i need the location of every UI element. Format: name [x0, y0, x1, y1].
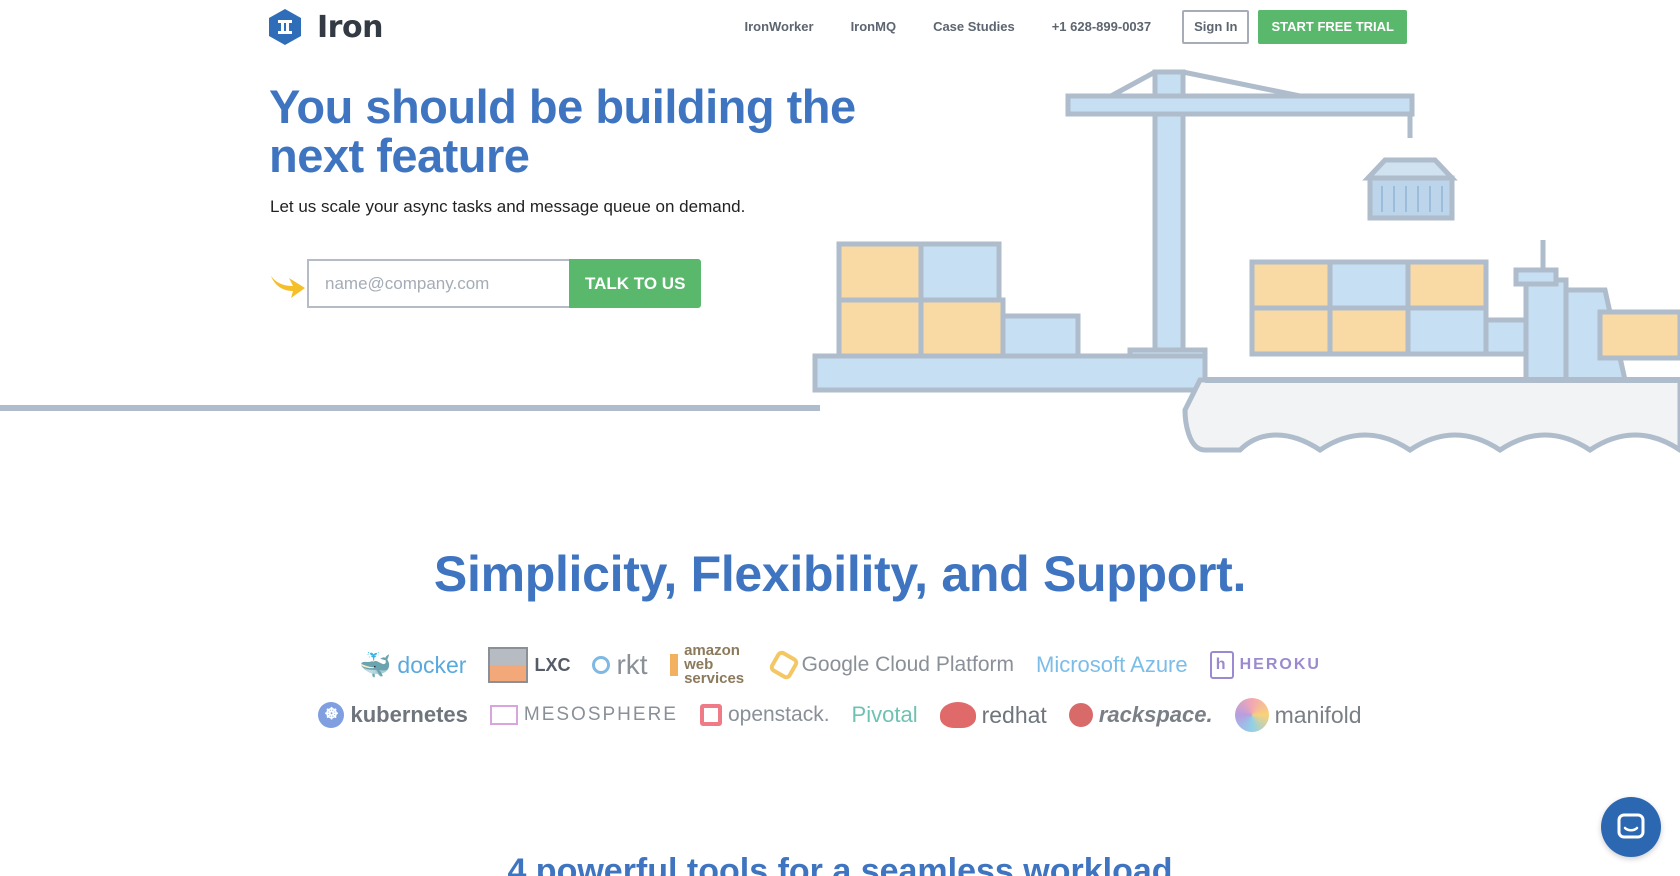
lxc-cube-icon: [488, 647, 529, 683]
brand-name: Iron: [317, 9, 383, 45]
brand-logo[interactable]: Iron: [267, 8, 383, 46]
mesosphere-logo: MESOSPHERE: [489, 704, 678, 726]
hero-title: You should be building the next feature: [269, 80, 856, 182]
docker-logo: 🐳 docker: [359, 650, 466, 681]
kubernetes-wheel-icon: ☸: [318, 702, 345, 728]
nav-ironworker[interactable]: IronWorker: [744, 11, 813, 43]
logo-label: manifold: [1274, 701, 1362, 728]
openstack-logo: openstack.: [699, 703, 830, 727]
logo-label: docker: [397, 651, 467, 678]
heroku-icon: h: [1209, 651, 1234, 679]
redhat-logo: redhat: [939, 701, 1047, 729]
talk-to-us-button[interactable]: TALK TO US: [569, 259, 702, 308]
site-header: Iron IronWorker IronMQ Case Studies +1 6…: [0, 0, 1680, 52]
email-input[interactable]: [307, 259, 569, 308]
rackspace-logo: rackspace.: [1068, 702, 1213, 728]
aws-cubes-icon: [669, 654, 679, 676]
rackspace-icon: [1068, 703, 1093, 727]
kubernetes-logo: ☸ kubernetes: [318, 702, 468, 728]
rkt-logo: rkt: [592, 649, 648, 681]
docker-whale-icon: 🐳: [359, 649, 392, 680]
logo-label: redhat: [981, 701, 1047, 728]
azure-logo: Microsoft Azure: [1036, 652, 1188, 678]
yellow-arrow-icon: [271, 275, 305, 298]
logo-label: kubernetes: [350, 702, 468, 727]
tools-title: 4 powerful tools for a seamless workload: [507, 852, 1173, 876]
logo-label: HEROKU: [1239, 656, 1321, 673]
aws-logo: amazon web services: [669, 642, 750, 687]
hero-subtitle: Let us scale your async tasks and messag…: [270, 197, 746, 216]
partner-logos-row-2: ☸ kubernetes MESOSPHERE openstack. Pivot…: [0, 698, 1680, 732]
redhat-hat-icon: [939, 702, 976, 728]
signup-form: TALK TO US: [269, 259, 702, 308]
google-cloud-logo: Google Cloud Platform: [767, 648, 1015, 682]
nav-phone[interactable]: +1 628-899-0037: [1052, 11, 1151, 43]
logo-label: MESOSPHERE: [523, 704, 678, 725]
main-nav: IronWorker IronMQ Case Studies +1 628-89…: [744, 10, 1407, 44]
lxc-logo: LXC: [488, 647, 570, 683]
partners-title: Simplicity, Flexibility, and Support.: [433, 546, 1247, 602]
logo-label: Microsoft Azure: [1036, 652, 1188, 677]
mesosphere-icon: [489, 705, 518, 725]
nav-ironmq[interactable]: IronMQ: [851, 11, 897, 43]
logo-label: amazon web services: [684, 642, 745, 687]
iron-logo-icon: [269, 9, 301, 45]
manifold-logo: manifold: [1234, 698, 1362, 732]
logo-label: openstack.: [727, 703, 830, 726]
logo-label: Google Cloud Platform: [801, 653, 1015, 676]
logo-label: Pivotal: [851, 702, 918, 727]
heroku-logo: h HEROKU: [1209, 651, 1321, 679]
start-free-trial-button[interactable]: START FREE TRIAL: [1258, 10, 1407, 44]
openstack-icon: [699, 704, 722, 726]
partner-logos-row-1: 🐳 docker LXC rkt amazon web services Goo…: [0, 642, 1680, 687]
pivotal-logo: Pivotal: [852, 702, 918, 728]
logo-label: rkt: [616, 649, 648, 680]
rkt-icon: [592, 656, 611, 674]
sign-in-button[interactable]: Sign In: [1182, 10, 1250, 44]
logo-label: rackspace.: [1098, 702, 1213, 727]
google-cloud-hex-icon: [767, 648, 800, 682]
chat-launcher-button[interactable]: [1601, 797, 1661, 857]
logo-label: LXC: [534, 654, 571, 675]
chat-icon: [1617, 813, 1645, 839]
manifold-icon: [1234, 698, 1269, 732]
nav-case-studies[interactable]: Case Studies: [933, 11, 1015, 43]
